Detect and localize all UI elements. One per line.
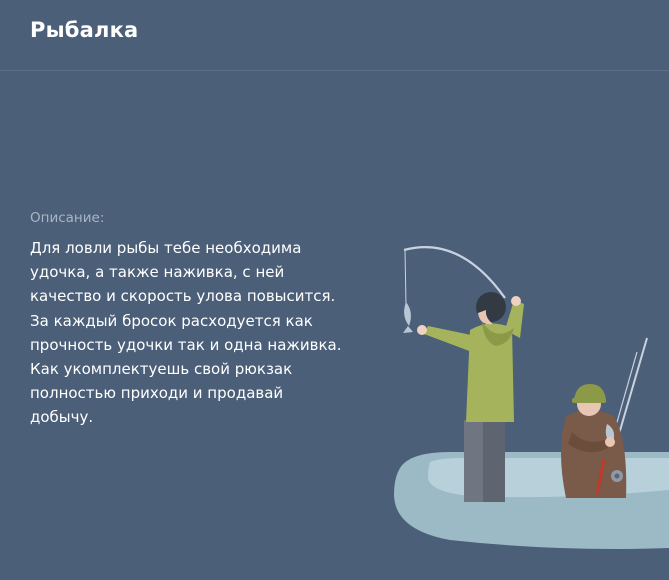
description-label: Описание:	[30, 210, 105, 226]
description-text: Для ловли рыбы тебе необходима удочка, а…	[30, 239, 342, 427]
page-title: Рыбалка	[30, 18, 139, 42]
fishing-boat-illustration	[394, 246, 669, 549]
page-header: Рыбалка	[0, 0, 669, 71]
